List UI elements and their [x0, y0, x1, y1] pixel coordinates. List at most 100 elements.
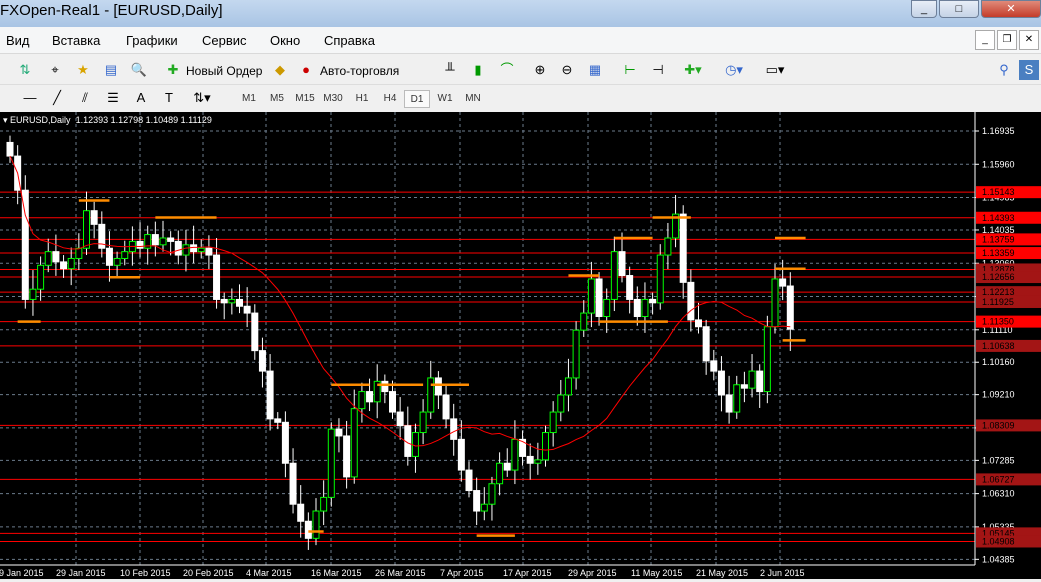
- text-icon[interactable]: A: [131, 88, 151, 108]
- new-order-button[interactable]: Новый Ордер: [186, 64, 262, 78]
- candle: [465, 461, 473, 498]
- price-label: 1.15960: [982, 159, 1015, 169]
- fibonacci-icon[interactable]: ☰: [103, 88, 123, 108]
- date-label: 21 May 2015: [696, 568, 748, 578]
- menu-insert[interactable]: Вставка: [52, 33, 100, 48]
- mdi-close-button[interactable]: ✕: [1019, 30, 1039, 50]
- level-price-label: 1.12213: [982, 287, 1015, 297]
- menu-window[interactable]: Окно: [270, 33, 300, 48]
- candle: [725, 375, 733, 424]
- timeframe-m5[interactable]: M5: [264, 90, 290, 108]
- candle: [105, 231, 113, 282]
- candle: [251, 304, 259, 360]
- candle: [6, 135, 14, 163]
- price-label: 1.10160: [982, 357, 1015, 367]
- periods-icon[interactable]: ◷▾: [724, 60, 744, 80]
- candle-body-bull: [748, 370, 756, 389]
- menu-help[interactable]: Справка: [324, 33, 375, 48]
- candle: [557, 379, 565, 422]
- text-label-icon[interactable]: T: [159, 88, 179, 108]
- candle: [320, 480, 328, 526]
- line-chart-icon[interactable]: ⌒: [497, 60, 517, 80]
- search-icon[interactable]: ⚲: [994, 60, 1014, 80]
- crosshair-icon[interactable]: ⌖: [45, 60, 65, 80]
- menu-tools[interactable]: Сервис: [202, 33, 247, 48]
- tile-windows-icon[interactable]: ▦: [585, 60, 605, 80]
- candle: [473, 477, 481, 526]
- arrows-icon[interactable]: ⇅▾: [192, 88, 212, 108]
- mdi-restore-button[interactable]: ❐: [997, 30, 1017, 50]
- minimize-button[interactable]: _: [911, 0, 937, 18]
- metaeditor-icon[interactable]: ◆: [270, 60, 290, 80]
- candle-body-bear: [343, 435, 351, 478]
- chart-shift-icon[interactable]: ⊣: [648, 60, 668, 80]
- timeframe-h1[interactable]: H1: [349, 90, 375, 108]
- candle: [511, 420, 519, 485]
- candle-body-bull: [182, 244, 190, 256]
- candle: [572, 321, 580, 390]
- price-chart[interactable]: 19 Jan 2015 29 Jan 2015 10 Feb 2015 20 Feb …: [0, 112, 1041, 579]
- candle-body-bear: [396, 411, 404, 427]
- maximize-button[interactable]: □: [939, 0, 979, 18]
- price-label: 1.06310: [982, 489, 1015, 499]
- timeframe-m1[interactable]: M1: [236, 90, 262, 108]
- candle: [205, 235, 213, 270]
- candle: [687, 269, 695, 332]
- close-button[interactable]: ✕: [981, 0, 1041, 18]
- menu-view[interactable]: Вид: [6, 33, 30, 48]
- candle: [243, 287, 251, 328]
- candle-body-bear: [266, 370, 274, 420]
- candle-body-bull: [411, 432, 419, 457]
- menu-charts[interactable]: Графики: [126, 33, 178, 48]
- navigator-icon[interactable]: ▤: [101, 60, 121, 80]
- profiles-icon[interactable]: ⇅: [15, 60, 35, 80]
- candle-body-bull: [480, 503, 488, 512]
- tester-icon[interactable]: 🔍: [129, 60, 149, 80]
- timeframe-d1[interactable]: D1: [404, 90, 430, 108]
- candle: [297, 485, 305, 538]
- candle-body-bear: [213, 254, 221, 300]
- candle: [656, 244, 664, 310]
- zoom-out-icon[interactable]: ⊖: [557, 60, 577, 80]
- candle-body-bull: [488, 483, 496, 505]
- candle-body-bull: [603, 298, 611, 317]
- level-price-label: 1.08309: [982, 420, 1015, 430]
- timeframe-mn[interactable]: MN: [460, 90, 486, 108]
- indicators-icon[interactable]: ✚▾: [683, 60, 703, 80]
- chart-header: ▾ EURUSD,Daily 1.12393 1.12798 1.10489 1…: [3, 115, 212, 125]
- autoscroll-icon[interactable]: ⊢: [620, 60, 640, 80]
- timeframe-m15[interactable]: M15: [292, 90, 318, 108]
- timeframe-w1[interactable]: W1: [432, 90, 458, 108]
- horizontal-line-icon[interactable]: —: [20, 88, 40, 108]
- timeframe-m30[interactable]: M30: [320, 90, 346, 108]
- candle: [289, 448, 297, 514]
- community-icon[interactable]: S: [1019, 60, 1039, 80]
- candle-body-bear: [526, 455, 534, 464]
- auto-trading-button[interactable]: Авто-торговля: [320, 64, 399, 78]
- candlestick-icon[interactable]: ▮: [468, 60, 488, 80]
- new-order-icon[interactable]: ✚: [163, 60, 183, 80]
- price-label: 1.09210: [982, 390, 1015, 400]
- candle-body-bear: [297, 503, 305, 522]
- candle-body-bear: [205, 247, 213, 256]
- templates-icon[interactable]: ▭▾: [765, 60, 785, 80]
- mdi-minimize-button[interactable]: _: [975, 30, 995, 50]
- timeframe-h4[interactable]: H4: [377, 90, 403, 108]
- candle: [236, 284, 243, 314]
- equidistant-channel-icon[interactable]: ⫽: [75, 88, 95, 108]
- candle: [274, 412, 282, 430]
- date-label: 20 Feb 2015: [183, 568, 234, 578]
- chart-window[interactable]: 19 Jan 2015 29 Jan 2015 10 Feb 2015 20 Feb …: [0, 112, 1041, 579]
- candle-body-bear: [136, 240, 144, 249]
- candle: [450, 403, 458, 456]
- auto-trading-icon[interactable]: ●: [296, 60, 316, 80]
- candle: [75, 233, 83, 271]
- zoom-in-icon[interactable]: ⊕: [530, 60, 550, 80]
- trendline-icon[interactable]: ╱: [47, 88, 67, 108]
- favorites-icon[interactable]: ★: [73, 60, 93, 80]
- candle: [702, 319, 710, 375]
- bar-chart-icon[interactable]: ╨: [440, 60, 460, 80]
- candle-body-bear: [702, 326, 710, 362]
- candle-body-bull: [228, 298, 236, 304]
- date-label: 10 Feb 2015: [120, 568, 171, 578]
